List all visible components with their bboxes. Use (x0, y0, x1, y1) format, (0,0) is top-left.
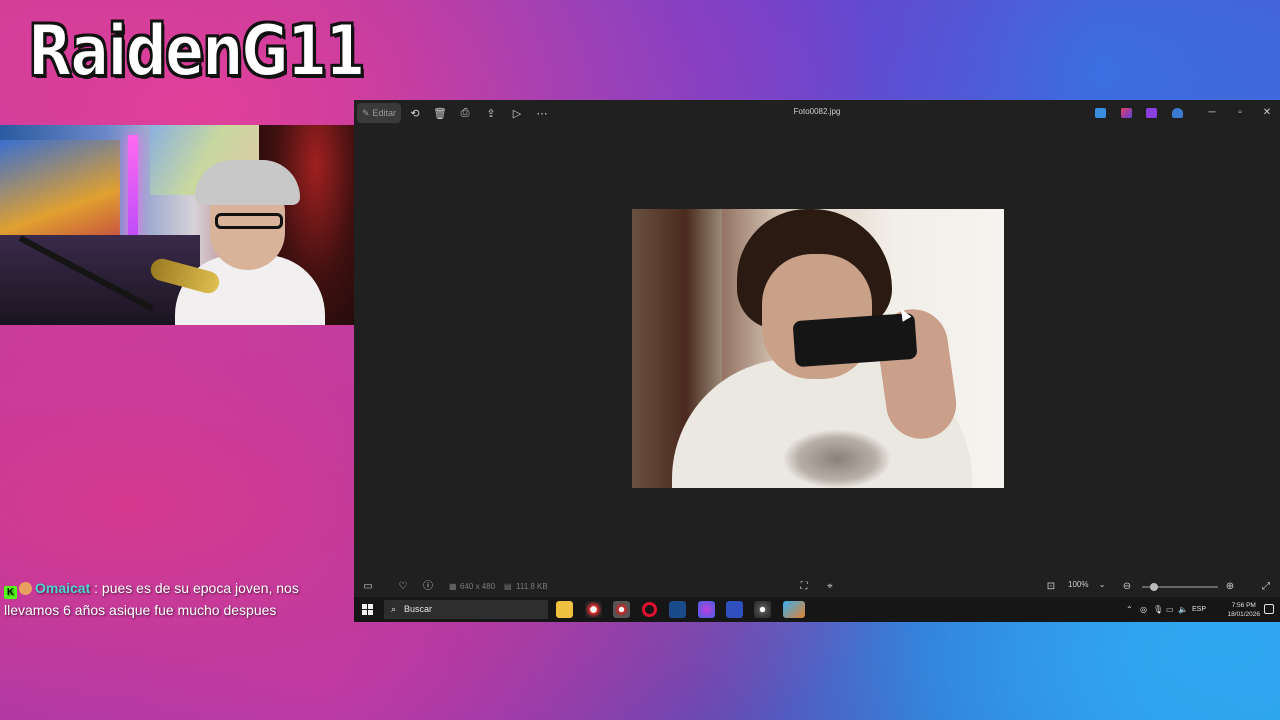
image-dimensions-icon: ▦ (449, 582, 457, 591)
fullscreen-icon[interactable]: ⤢ (1258, 579, 1274, 595)
notification-icon[interactable] (1264, 604, 1274, 614)
zoom-slider-thumb[interactable] (1150, 583, 1158, 591)
restore-icon[interactable]: ▫ (1232, 105, 1248, 121)
discord-icon[interactable] (698, 601, 715, 618)
obs-icon[interactable] (585, 601, 602, 618)
chevron-up-icon[interactable]: ⌃ (1126, 605, 1133, 614)
clock[interactable]: 7:56 PM 18/01/2026 (1227, 601, 1260, 619)
streamer-name-overlay: RaidenG11 (27, 9, 366, 93)
chevron-down-icon: ⌄ (1098, 580, 1106, 589)
onedrive-icon[interactable] (1172, 108, 1183, 118)
fit-to-window-icon[interactable]: ⊡ (1043, 579, 1059, 595)
photos-taskbar-icon[interactable] (783, 601, 805, 618)
file-explorer-icon[interactable] (556, 601, 573, 618)
zoom-level[interactable]: 100% ⌄ (1068, 580, 1105, 589)
photos-bottom-bar: ▭ ♡ ⓘ ▦ 640 x 480 ▤ 111.8 KB ⛶ ⌖ ⊡ 100% … (354, 576, 1280, 597)
clock-date: 18/01/2026 (1227, 611, 1260, 618)
image-dimensions: 640 x 480 (460, 582, 496, 591)
zoom-out-icon[interactable]: ⊖ (1119, 579, 1135, 595)
search-icon: ⌕ (391, 604, 397, 614)
info-icon[interactable]: ⓘ (420, 579, 436, 595)
visual-search-icon[interactable]: ⛶ (796, 579, 812, 595)
microphone-icon[interactable]: 🎙 (1153, 605, 1163, 614)
media-player-icon[interactable] (754, 601, 771, 618)
volume-icon[interactable]: 🔈 (1178, 605, 1188, 614)
clipchamp-app-icon[interactable] (1121, 108, 1132, 118)
chat-message: K Omaicat : pues es de su epoca joven, no… (4, 577, 349, 621)
displayed-photo[interactable] (632, 209, 1004, 488)
zoom-level-value: 100% (1068, 580, 1089, 589)
clock-time: 7:56 PM (1231, 602, 1256, 609)
steam-icon[interactable] (669, 601, 686, 618)
designer-app-icon[interactable] (1095, 108, 1106, 118)
photos-app-window: ✎ Editar ⟲ 🗑 ⎙ ⇪ ▷ ⋯ Foto0082.jpg ─ ▫ ✕ … (354, 100, 1280, 597)
webcam-feed (0, 125, 354, 325)
file-size-icon: ▤ (504, 582, 512, 591)
chrome-icon[interactable] (613, 601, 630, 618)
subscriber-badge-icon (19, 582, 32, 595)
system-tray: ⌃ ◎ 🎙 ▭ 🔈 ESP 7:56 PM 18/01/2026 (1120, 597, 1280, 622)
minimize-icon[interactable]: ─ (1204, 105, 1220, 121)
platform-badge-icon: K (4, 586, 17, 599)
search-placeholder: Buscar (404, 604, 433, 614)
language-indicator[interactable]: ESP (1192, 606, 1206, 613)
photos-titlebar: ✎ Editar ⟲ 🗑 ⎙ ⇪ ▷ ⋯ Foto0082.jpg ─ ▫ ✕ (354, 100, 1280, 126)
windows-start-icon[interactable] (362, 604, 373, 615)
window-title: Foto0082.jpg (793, 107, 841, 116)
app-icon[interactable] (726, 601, 743, 618)
ai-detect-icon[interactable]: ⌖ (822, 579, 838, 595)
network-icon[interactable]: ▭ (1166, 605, 1174, 614)
close-icon[interactable]: ✕ (1259, 105, 1275, 121)
tray-app-icon[interactable]: ◎ (1140, 605, 1147, 614)
purple-app-icon[interactable] (1146, 108, 1157, 118)
chat-username: Omaicat (35, 580, 91, 596)
zoom-in-icon[interactable]: ⊕ (1222, 579, 1238, 595)
file-size: 111.8 KB (516, 582, 548, 591)
favorite-icon[interactable]: ♡ (395, 579, 411, 595)
opera-icon[interactable] (641, 601, 658, 618)
zoom-slider[interactable] (1142, 583, 1218, 591)
filmstrip-icon[interactable]: ▭ (360, 579, 376, 595)
taskbar-search-input[interactable]: ⌕ Buscar (384, 600, 548, 619)
windows-taskbar: ⌕ Buscar ⌃ ◎ 🎙 ▭ 🔈 ESP 7:56 PM 18/01/202… (354, 597, 1280, 622)
